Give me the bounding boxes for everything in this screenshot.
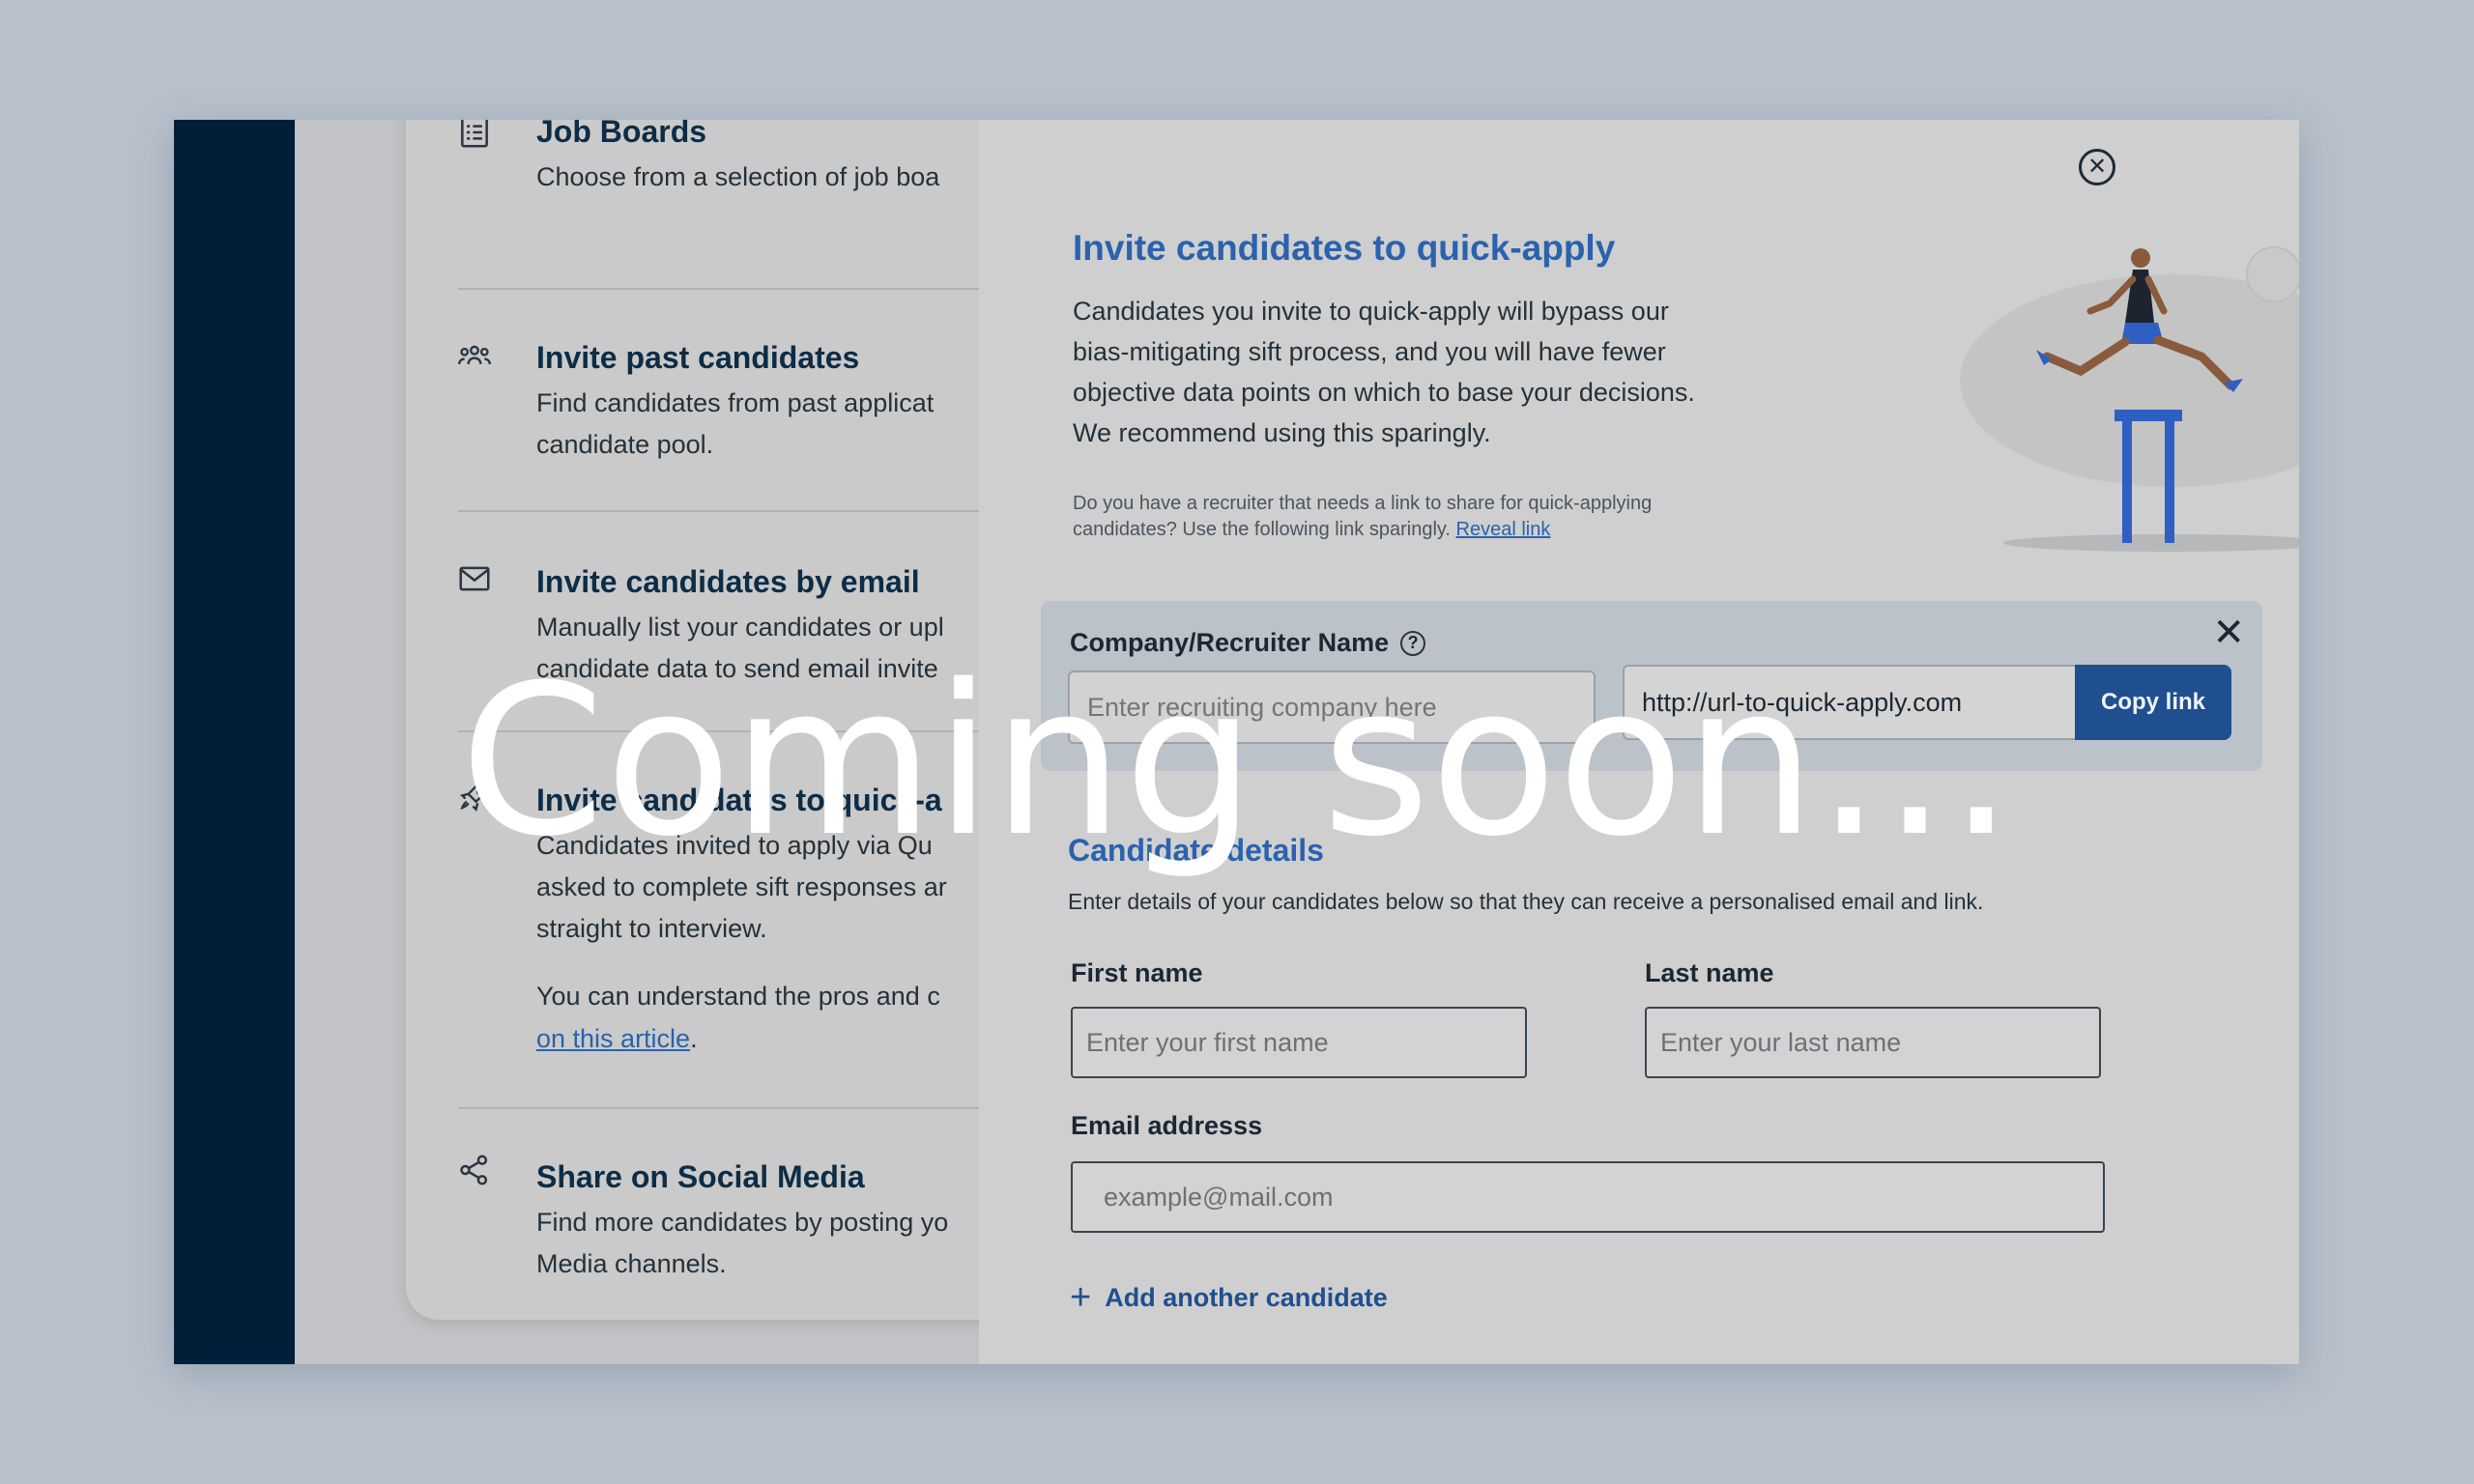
reveal-link[interactable]: Reveal link [1456,519,1551,540]
add-another-candidate-button[interactable]: + Add another candidate [1070,1279,1388,1316]
option-title: Invite past candidates [536,340,860,375]
quick-apply-url: http://url-to-quick-apply.com [1623,665,2077,740]
close-circle-icon[interactable]: ✕ [2079,149,2115,186]
recruiter-label-row: Company/Recruiter Name ? [1070,628,1426,658]
note-text: Do you have a recruiter that needs a lin… [1073,493,1653,540]
recruiter-link-panel: Company/Recruiter Name ? ✕ http://url-to… [1041,601,2262,771]
recruiter-label: Company/Recruiter Name [1070,628,1390,657]
rocket-icon [456,779,493,815]
envelope-icon [456,560,493,597]
candidate-details-description: Enter details of your candidates below s… [1068,889,1984,914]
plus-icon: + [1070,1277,1092,1318]
copy-link-button[interactable]: Copy link [2075,665,2231,740]
first-name-label: First name [1071,958,1203,987]
modal-title: Invite candidates to quick-apply [1073,228,1616,268]
candidate-details-title: Candidate details [1068,833,1324,868]
quick-apply-modal: ✕ Invite candidates to quick-apply Candi… [979,120,2299,1364]
app-window: Job Boards Choose from a selection of jo… [174,120,2299,1364]
people-icon [456,338,493,375]
company-name-input[interactable] [1068,671,1596,744]
last-name-input[interactable] [1645,1007,2101,1078]
article-link[interactable]: on this article [536,1024,690,1053]
recruiter-note: Do you have a recruiter that needs a lin… [1073,491,1672,543]
help-icon[interactable]: ? [1400,630,1426,656]
option-title: Invite candidates to quick-a [536,783,942,817]
list-icon [456,120,493,151]
add-candidate-label: Add another candidate [1105,1282,1388,1312]
email-label: Email addresss [1071,1111,1263,1140]
option-title: Invite candidates by email [536,564,920,599]
option-title: Share on Social Media [536,1159,865,1194]
hurdle-illustration [1960,246,2299,552]
last-name-label: Last name [1645,958,1774,987]
email-input[interactable] [1071,1161,2105,1233]
modal-description: Candidates you invite to quick-apply wil… [1073,297,1695,447]
side-navbar [174,120,295,1364]
option-title: Job Boards [536,120,707,149]
share-icon [456,1152,493,1188]
close-icon[interactable]: ✕ [2212,611,2245,655]
first-name-input[interactable] [1071,1007,1527,1078]
